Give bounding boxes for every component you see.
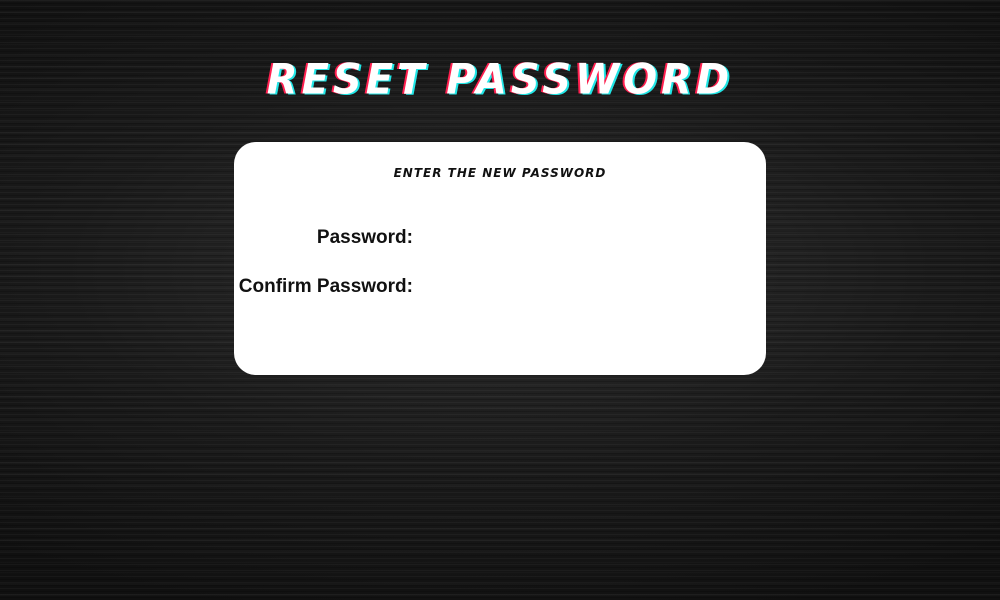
confirm-password-input[interactable] — [424, 274, 732, 298]
confirm-password-label: Confirm Password: — [238, 276, 413, 297]
password-row: Password: — [234, 225, 766, 251]
card-heading: Enter the new password — [393, 166, 607, 180]
reset-password-card: Enter the new password Password: Confirm… — [234, 142, 766, 375]
confirm-password-row: Confirm Password: — [234, 274, 766, 300]
page-title: Reset Password — [266, 55, 734, 104]
password-input[interactable] — [424, 225, 732, 249]
password-label: Password: — [316, 227, 413, 248]
